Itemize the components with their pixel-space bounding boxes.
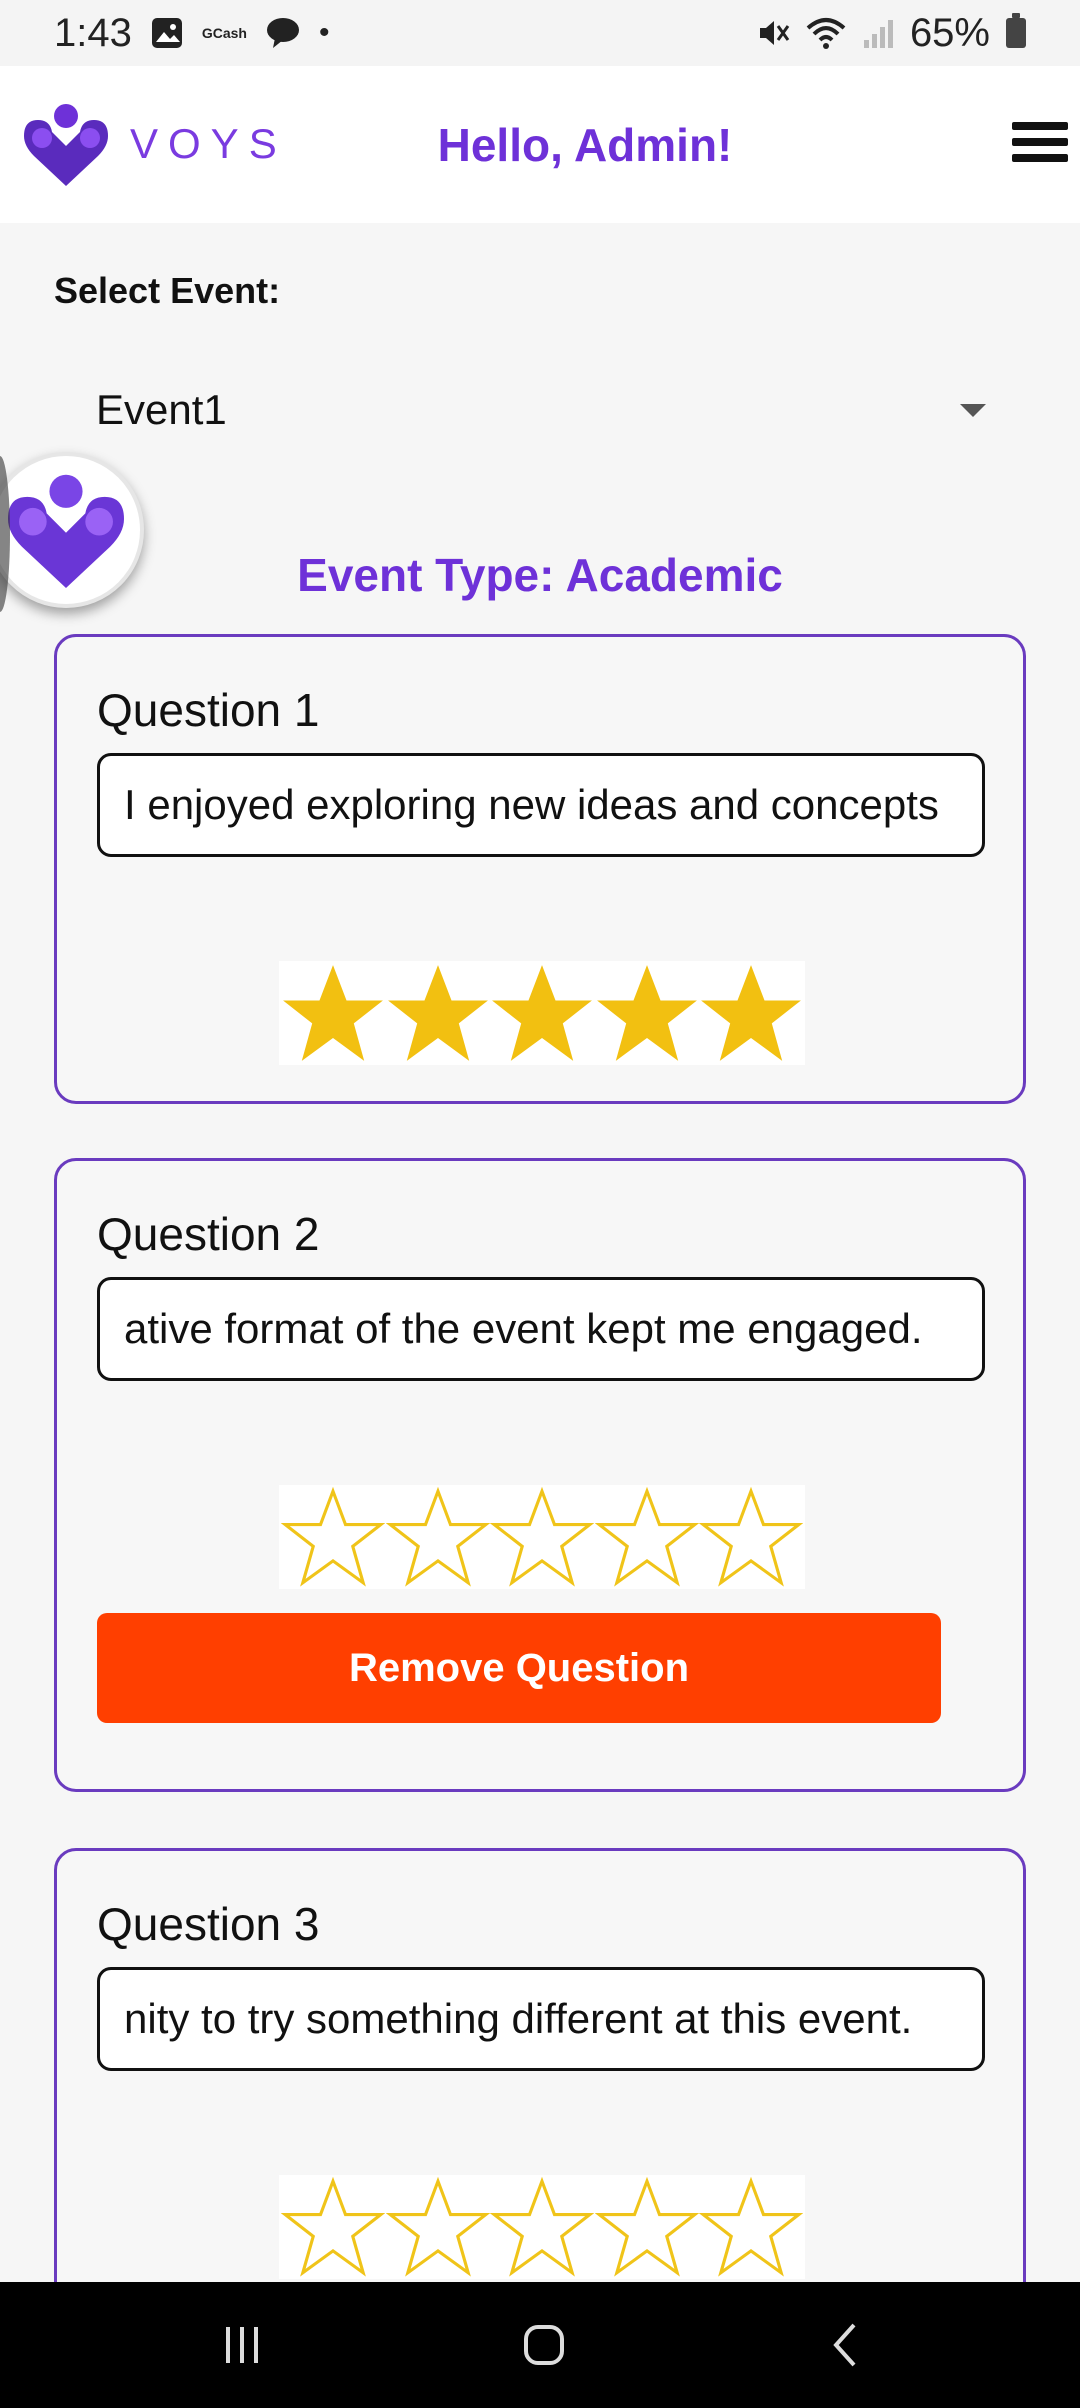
dropdown-caret-icon [960, 403, 986, 417]
back-icon [833, 2323, 856, 2367]
hamburger-menu-icon[interactable] [1012, 122, 1068, 168]
notification-dot: • [318, 16, 330, 49]
chat-icon [265, 16, 301, 50]
question-title: Question 2 [97, 1208, 320, 1260]
gallery-icon [150, 16, 184, 50]
wifi-icon [806, 16, 846, 50]
star-rating [279, 2175, 805, 2279]
gcash-label: GCash [201, 25, 247, 41]
status-time: 1:43 [54, 10, 132, 55]
question-card: Question 3 nity to try something differe… [54, 1848, 1026, 2328]
star-outline-icon[interactable] [281, 2175, 385, 2279]
question-title: Question 1 [97, 684, 320, 736]
star-outline-icon[interactable] [385, 1485, 490, 1589]
star-outline-icon[interactable] [594, 1485, 699, 1589]
star-icon[interactable] [386, 961, 490, 1065]
star-outline-icon[interactable] [699, 1485, 803, 1589]
back-button[interactable] [786, 2310, 906, 2380]
recent-apps-icon [226, 2327, 258, 2363]
greeting-text: Hello, Admin! [437, 119, 733, 171]
home-icon [524, 2325, 564, 2365]
star-outline-icon[interactable] [490, 1485, 594, 1589]
star-outline-icon[interactable] [699, 2175, 803, 2279]
remove-question-button[interactable]: Remove Question [97, 1613, 941, 1723]
status-bar: 1:43 GCash • 65% [0, 0, 1080, 66]
battery-percent: 65% [909, 10, 990, 55]
question-card: Question 2 ative format of the event kep… [54, 1158, 1026, 1792]
star-outline-icon[interactable] [490, 2175, 594, 2279]
system-nav-bar [0, 2282, 1080, 2408]
star-rating [279, 1485, 805, 1589]
star-icon[interactable] [490, 961, 594, 1065]
battery-icon [1006, 13, 1026, 48]
star-icon[interactable] [699, 961, 803, 1065]
home-button[interactable] [484, 2310, 604, 2380]
star-outline-icon[interactable] [385, 2175, 490, 2279]
star-rating [279, 961, 805, 1065]
question-text-input[interactable]: ative format of the event kept me engage… [97, 1277, 985, 1381]
star-icon[interactable] [281, 961, 385, 1065]
event-type-label: Event Type: Academic [297, 549, 783, 601]
question-title: Question 3 [97, 1898, 320, 1950]
signal-icon [862, 16, 894, 50]
app-header: VOYS Hello, Admin! [0, 66, 1080, 223]
question-text-input[interactable]: I enjoyed exploring new ideas and concep… [97, 753, 985, 857]
question-card: Question 1 I enjoyed exploring new ideas… [54, 634, 1026, 1104]
question-text-input[interactable]: nity to try something different at this … [97, 1967, 985, 2071]
event-select-value: Event1 [96, 386, 227, 433]
mute-icon [756, 16, 790, 50]
recent-apps-button[interactable] [182, 2310, 302, 2380]
star-icon[interactable] [595, 961, 699, 1065]
star-outline-icon[interactable] [594, 2175, 699, 2279]
select-event-label: Select Event: [54, 270, 281, 311]
star-outline-icon[interactable] [281, 1485, 385, 1589]
event-select-dropdown[interactable]: Event1 [96, 380, 986, 440]
